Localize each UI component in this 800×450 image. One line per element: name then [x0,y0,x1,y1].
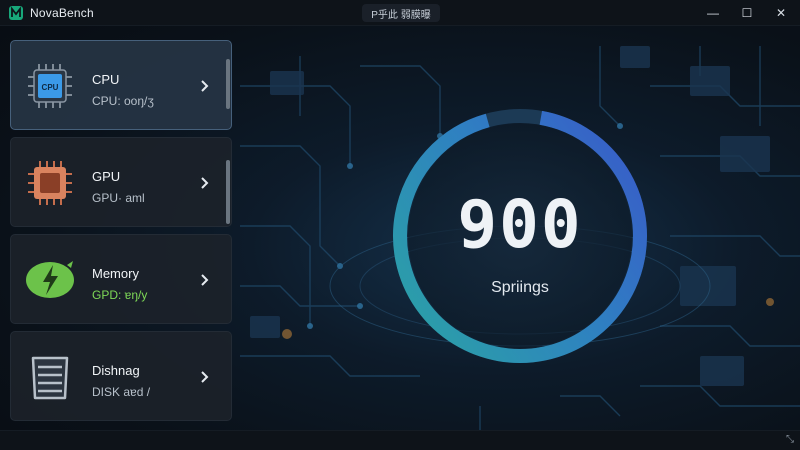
sidebar-item-subtitle: CPU: ooŋ/ʒ [92,94,154,108]
title-bar: NovaBench P乎此 弱膜曝 — ☐ ✕ [0,0,800,26]
sidebar-item-memory[interactable]: Memory GPD: ɐŋ/y [10,234,232,324]
status-bar: ⤡ [0,430,800,450]
app-title: NovaBench [30,5,94,20]
sidebar-item-subtitle: DISK aɐd / [92,385,151,399]
sidebar-item-title: Memory [92,266,139,281]
sidebar-item-subtitle: GPU· aml [92,191,145,205]
score-value: 900 [457,186,583,263]
close-button[interactable]: ✕ [764,0,798,26]
novabench-logo-icon [9,5,23,20]
disk-stack-icon [31,356,69,400]
scroll-indicator [226,59,230,109]
window-center-title[interactable]: P乎此 弱膜曝 [362,4,440,22]
maximize-button[interactable]: ☐ [730,0,764,26]
sidebar-item-disk[interactable]: Dishnag DISK aɐd / [10,331,232,421]
scrollbar-thumb[interactable] [226,160,230,224]
svg-text:CPU: CPU [42,83,59,92]
sidebar-item-subtitle: GPD: ɐŋ/y [92,288,148,302]
sidebar-item-title: CPU [92,72,120,87]
chevron-right-icon [201,177,209,189]
chevron-right-icon [201,274,209,286]
gpu-chip-icon [28,161,72,205]
score-label: Spriings [491,279,549,296]
component-sidebar: CPU CPU CPU: ooŋ/ʒ GPU GPU· aml Memory G… [10,40,234,428]
memory-bolt-icon [26,261,74,298]
app-window: NovaBench P乎此 弱膜曝 — ☐ ✕ CPU CPU CPU: ooŋ… [0,0,800,450]
chevron-right-icon [201,80,209,92]
minimize-button[interactable]: — [696,0,730,26]
resize-grip-icon[interactable]: ⤡ [786,434,794,445]
sidebar-item-title: GPU [92,169,121,184]
cpu-chip-icon: CPU [28,64,72,108]
chevron-right-icon [201,371,209,383]
sidebar-item-title: Dishnag [92,363,140,378]
sidebar-item-cpu[interactable]: CPU CPU CPU: ooŋ/ʒ [10,40,232,130]
sidebar-item-gpu[interactable]: GPU GPU· aml [10,137,232,227]
score-gauge: 900 Spriings [390,106,650,366]
